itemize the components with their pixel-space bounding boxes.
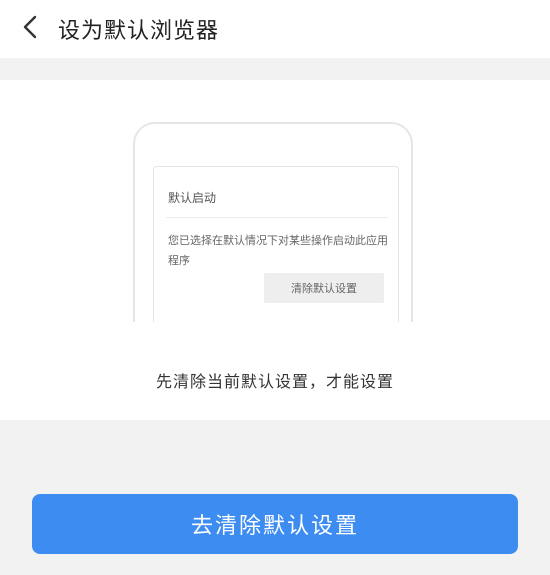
- dialog-message: 您已选择在默认情况下对某些操作启动此应用程序: [168, 234, 388, 267]
- top-bar: 设为默认浏览器: [0, 0, 550, 58]
- clear-defaults-button[interactable]: 去清除默认设置: [32, 494, 518, 554]
- default-launch-dialog: 默认启动 您已选择在默认情况下对某些操作启动此应用程序 清除默认设置: [153, 166, 399, 322]
- phone-mockup: 默认启动 您已选择在默认情况下对某些操作启动此应用程序 清除默认设置: [133, 122, 413, 322]
- section-divider: [0, 58, 550, 80]
- dialog-divider: [166, 217, 388, 218]
- chevron-left-icon: [21, 14, 39, 44]
- dialog-clear-defaults-button: 清除默认设置: [264, 273, 384, 303]
- hint-text: 先清除当前默认设置，才能设置: [155, 372, 394, 391]
- back-button[interactable]: [6, 0, 54, 58]
- screen: 设为默认浏览器 默认启动 您已选择在默认情况下对某些操作启动此应用程序 清除默认…: [0, 0, 550, 575]
- page-title: 设为默认浏览器: [58, 19, 220, 44]
- dialog-title: 默认启动: [168, 191, 217, 205]
- illustration: 默认启动 您已选择在默认情况下对某些操作启动此应用程序 清除默认设置 先清除当前…: [0, 80, 550, 420]
